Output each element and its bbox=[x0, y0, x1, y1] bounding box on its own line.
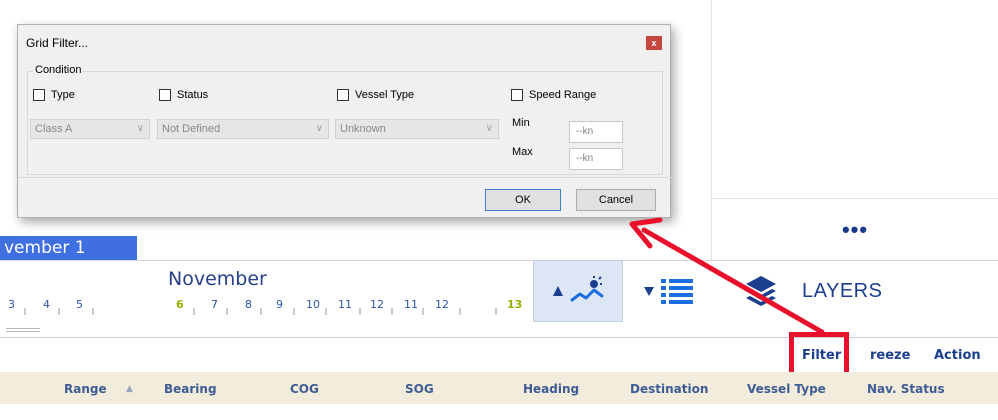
cancel-button[interactable]: Cancel bbox=[576, 189, 656, 211]
column-header-vessel-type[interactable]: Vessel Type bbox=[747, 382, 826, 396]
layers-icon bbox=[746, 276, 776, 306]
action-button[interactable]: Action bbox=[934, 348, 981, 363]
grid-filter-dialog: Grid Filter... x Condition Type Status V… bbox=[17, 24, 672, 218]
layers-label: LAYERS bbox=[802, 279, 883, 302]
status-checkbox-label: Status bbox=[177, 89, 209, 101]
status-select[interactable]: Not Defined ∨ bbox=[157, 119, 329, 139]
triangle-down-icon bbox=[644, 287, 654, 296]
grid-header bbox=[0, 372, 998, 404]
type-select[interactable]: Class A ∨ bbox=[30, 119, 150, 139]
speed-range-checkbox[interactable]: Speed Range bbox=[511, 89, 596, 101]
selected-date-label[interactable]: vember 1 bbox=[0, 236, 137, 260]
checkbox-box[interactable] bbox=[337, 89, 349, 101]
ok-button[interactable]: OK bbox=[485, 189, 561, 211]
condition-group-label: Condition bbox=[33, 64, 84, 76]
speed-range-checkbox-label: Speed Range bbox=[529, 89, 597, 101]
column-header-bearing[interactable]: Bearing bbox=[164, 382, 217, 396]
vessel-type-checkbox-label: Vessel Type bbox=[355, 89, 415, 101]
timeline-day[interactable]: 12 bbox=[435, 298, 449, 311]
timeline-ticks bbox=[24, 308, 497, 315]
column-header-destination[interactable]: Destination bbox=[630, 382, 708, 396]
type-checkbox-label: Type bbox=[51, 89, 75, 101]
chevron-down-icon: ∨ bbox=[485, 123, 493, 134]
timeline-day[interactable]: 11 bbox=[404, 298, 418, 311]
max-label: Max bbox=[512, 146, 533, 158]
vessel-type-select[interactable]: Unknown ∨ bbox=[335, 119, 499, 139]
column-header-nav-status[interactable]: Nav. Status bbox=[867, 382, 945, 396]
list-toggle-button[interactable] bbox=[624, 260, 712, 322]
status-checkbox[interactable]: Status bbox=[159, 89, 208, 101]
dialog-divider bbox=[18, 177, 672, 178]
date-bar-rule bbox=[0, 260, 998, 261]
chevron-down-icon: ∨ bbox=[315, 123, 323, 134]
condition-group: Condition Type Status Vessel Type Speed … bbox=[27, 64, 663, 175]
vessel-type-select-value: Unknown bbox=[340, 123, 386, 135]
dialog-title: Grid Filter... bbox=[26, 36, 89, 50]
more-button[interactable]: ••• bbox=[712, 200, 998, 260]
max-speed-input[interactable]: --kn bbox=[569, 148, 623, 170]
panel-separator bbox=[712, 198, 998, 199]
checkbox-box[interactable] bbox=[511, 89, 523, 101]
type-select-value: Class A bbox=[35, 123, 73, 135]
type-checkbox[interactable]: Type bbox=[33, 89, 75, 101]
chevron-down-icon: ∨ bbox=[136, 123, 144, 134]
vessel-type-checkbox[interactable]: Vessel Type bbox=[337, 89, 414, 101]
timeline-month-label: November bbox=[168, 268, 267, 290]
sort-ascending-icon[interactable]: ▲ bbox=[126, 384, 133, 394]
min-label: Min bbox=[512, 117, 530, 129]
checkbox-box[interactable] bbox=[33, 89, 45, 101]
column-header-cog[interactable]: COG bbox=[290, 382, 319, 396]
checkbox-box[interactable] bbox=[159, 89, 171, 101]
tide-icon bbox=[570, 276, 604, 302]
column-header-heading[interactable]: Heading bbox=[523, 382, 579, 396]
freeze-button[interactable]: reeze bbox=[870, 348, 910, 363]
triangle-up-icon bbox=[553, 286, 563, 296]
column-header-sog[interactable]: SOG bbox=[405, 382, 434, 396]
tide-toggle-button[interactable] bbox=[533, 260, 623, 322]
close-icon[interactable]: x bbox=[646, 36, 662, 50]
status-select-value: Not Defined bbox=[162, 123, 221, 135]
layers-button[interactable]: LAYERS bbox=[744, 268, 882, 314]
min-speed-input[interactable]: --kn bbox=[569, 121, 623, 143]
splitter-grip[interactable] bbox=[6, 328, 40, 332]
list-icon bbox=[661, 279, 693, 304]
column-header-range[interactable]: Range bbox=[64, 382, 107, 396]
